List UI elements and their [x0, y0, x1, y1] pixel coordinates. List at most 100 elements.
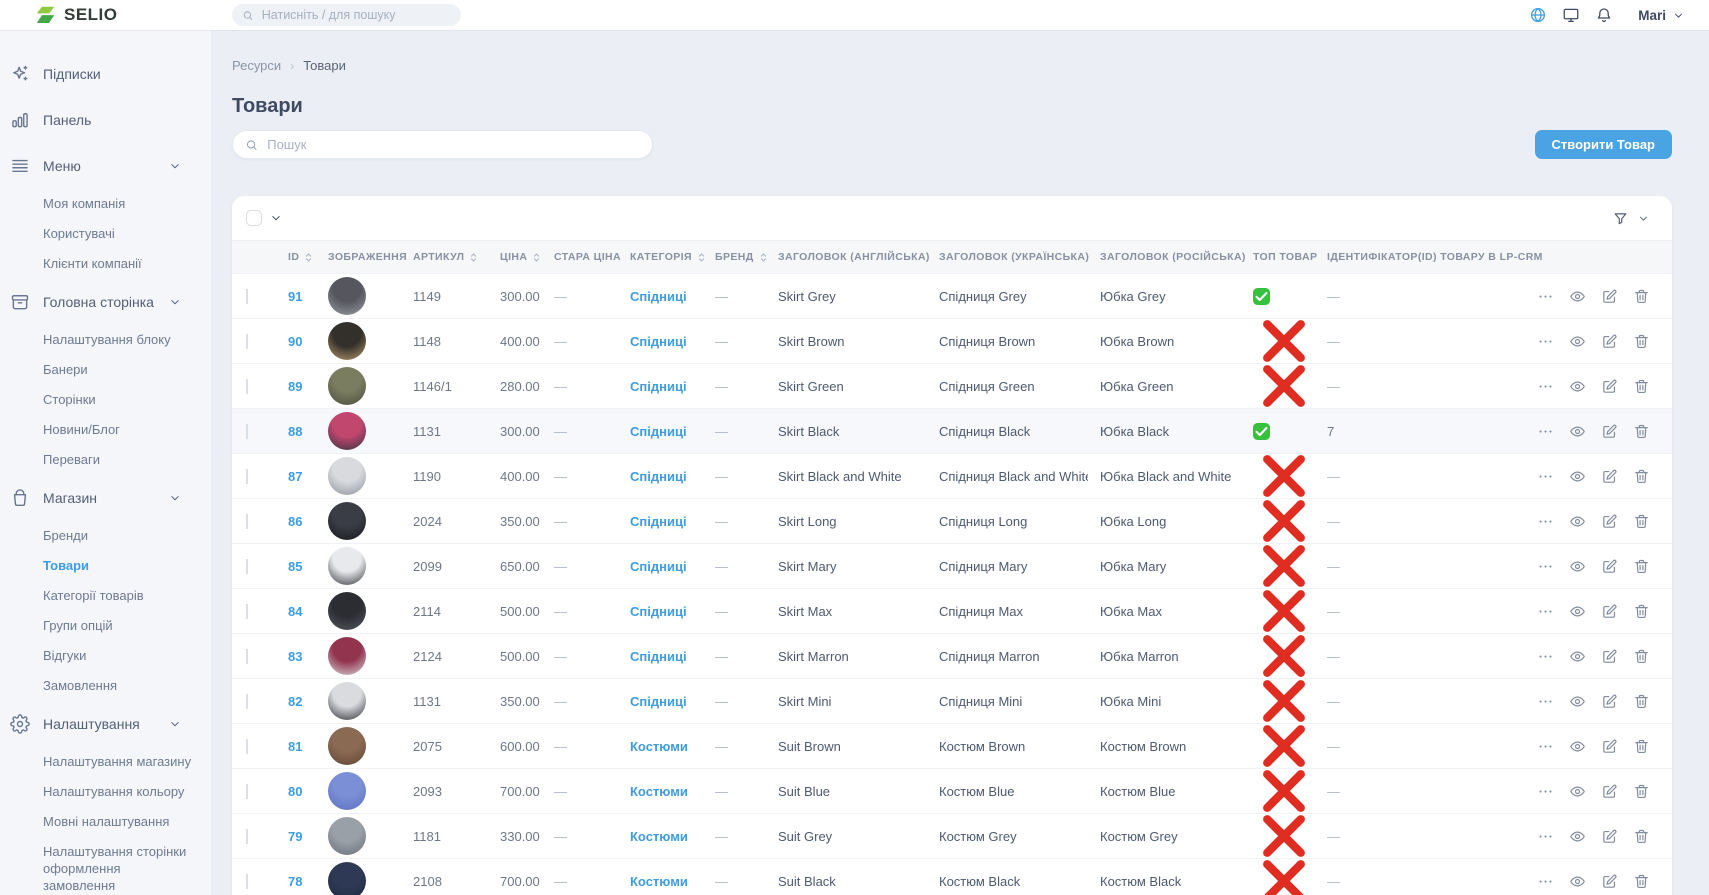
edit-icon[interactable]: [1601, 423, 1618, 440]
edit-icon[interactable]: [1601, 603, 1618, 620]
sidebar-item[interactable]: Категорії товарів: [43, 587, 193, 604]
row-checkbox[interactable]: [246, 559, 248, 574]
product-id-link[interactable]: 79: [288, 829, 302, 844]
product-category-link[interactable]: Спідниці: [630, 649, 687, 664]
sidebar-section-1[interactable]: Панель: [10, 104, 182, 136]
monitor-icon[interactable]: [1562, 6, 1580, 24]
delete-icon[interactable]: [1633, 423, 1650, 440]
sidebar-item[interactable]: Сторінки: [43, 391, 193, 408]
row-checkbox[interactable]: [246, 739, 248, 754]
view-icon[interactable]: [1569, 648, 1586, 665]
product-category-link[interactable]: Спідниці: [630, 334, 687, 349]
more-options-icon[interactable]: [1537, 603, 1554, 620]
row-checkbox[interactable]: [246, 289, 248, 304]
breadcrumb-root[interactable]: Ресурси: [232, 58, 281, 73]
product-id-link[interactable]: 78: [288, 874, 302, 889]
sort-icon[interactable]: [468, 252, 479, 263]
more-options-icon[interactable]: [1537, 468, 1554, 485]
product-id-link[interactable]: 87: [288, 469, 302, 484]
product-category-link[interactable]: Спідниці: [630, 559, 687, 574]
sidebar-item[interactable]: Налаштування магазину: [43, 753, 193, 770]
delete-icon[interactable]: [1633, 873, 1650, 890]
view-icon[interactable]: [1569, 603, 1586, 620]
product-category-link[interactable]: Костюми: [630, 829, 688, 844]
view-icon[interactable]: [1569, 423, 1586, 440]
view-icon[interactable]: [1569, 468, 1586, 485]
sidebar-item[interactable]: Групи опцій: [43, 617, 193, 634]
edit-icon[interactable]: [1601, 873, 1618, 890]
product-id-link[interactable]: 80: [288, 784, 302, 799]
column-header[interactable]: БРЕНД: [703, 251, 766, 263]
more-options-icon[interactable]: [1537, 558, 1554, 575]
delete-icon[interactable]: [1633, 378, 1650, 395]
product-id-link[interactable]: 88: [288, 424, 302, 439]
sidebar-item[interactable]: Клієнти компанії: [43, 255, 193, 272]
view-icon[interactable]: [1569, 828, 1586, 845]
edit-icon[interactable]: [1601, 783, 1618, 800]
delete-icon[interactable]: [1633, 738, 1650, 755]
row-checkbox[interactable]: [246, 469, 248, 484]
more-options-icon[interactable]: [1537, 423, 1554, 440]
more-options-icon[interactable]: [1537, 648, 1554, 665]
more-options-icon[interactable]: [1537, 288, 1554, 305]
edit-icon[interactable]: [1601, 558, 1618, 575]
edit-icon[interactable]: [1601, 288, 1618, 305]
sidebar-item[interactable]: Бренди: [43, 527, 193, 544]
sidebar-item[interactable]: Мовні налаштування: [43, 813, 193, 830]
delete-icon[interactable]: [1633, 333, 1650, 350]
global-search-input[interactable]: [262, 8, 451, 22]
row-checkbox[interactable]: [246, 649, 248, 664]
more-options-icon[interactable]: [1537, 738, 1554, 755]
product-category-link[interactable]: Спідниці: [630, 514, 687, 529]
product-category-link[interactable]: Спідниці: [630, 289, 687, 304]
edit-icon[interactable]: [1601, 738, 1618, 755]
delete-icon[interactable]: [1633, 513, 1650, 530]
product-category-link[interactable]: Костюми: [630, 739, 688, 754]
sidebar-item[interactable]: Налаштування кольору: [43, 783, 193, 800]
edit-icon[interactable]: [1601, 513, 1618, 530]
more-options-icon[interactable]: [1537, 333, 1554, 350]
view-icon[interactable]: [1569, 378, 1586, 395]
delete-icon[interactable]: [1633, 783, 1650, 800]
delete-icon[interactable]: [1633, 468, 1650, 485]
product-category-link[interactable]: Костюми: [630, 784, 688, 799]
row-checkbox[interactable]: [246, 424, 248, 439]
sidebar-section-0[interactable]: Підписки: [10, 58, 182, 90]
more-options-icon[interactable]: [1537, 783, 1554, 800]
sidebar-item[interactable]: Переваги: [43, 451, 193, 468]
bell-icon[interactable]: [1595, 6, 1613, 24]
sidebar-section-4[interactable]: Магазин: [10, 482, 182, 514]
delete-icon[interactable]: [1633, 288, 1650, 305]
delete-icon[interactable]: [1633, 558, 1650, 575]
view-icon[interactable]: [1569, 333, 1586, 350]
sidebar-item[interactable]: Товари: [43, 557, 193, 574]
column-header[interactable]: ID: [276, 251, 316, 263]
create-product-button[interactable]: Створити Товар: [1535, 130, 1672, 159]
row-checkbox[interactable]: [246, 334, 248, 349]
row-checkbox[interactable]: [246, 829, 248, 844]
column-header[interactable]: КАТЕГОРІЯ: [618, 251, 703, 263]
sidebar-item[interactable]: Замовлення: [43, 677, 193, 694]
app-logo[interactable]: SELIO: [0, 5, 211, 26]
row-checkbox[interactable]: [246, 604, 248, 619]
bulk-actions-chevron-icon[interactable]: [269, 211, 283, 225]
delete-icon[interactable]: [1633, 828, 1650, 845]
table-search-input[interactable]: [267, 137, 640, 152]
product-id-link[interactable]: 91: [288, 289, 302, 304]
sidebar-item[interactable]: Відгуки: [43, 647, 193, 664]
sidebar-item[interactable]: Користувачі: [43, 225, 193, 242]
row-checkbox[interactable]: [246, 784, 248, 799]
more-options-icon[interactable]: [1537, 693, 1554, 710]
delete-icon[interactable]: [1633, 603, 1650, 620]
edit-icon[interactable]: [1601, 648, 1618, 665]
product-id-link[interactable]: 89: [288, 379, 302, 394]
view-icon[interactable]: [1569, 693, 1586, 710]
more-options-icon[interactable]: [1537, 513, 1554, 530]
edit-icon[interactable]: [1601, 468, 1618, 485]
sidebar-section-5[interactable]: Налаштування: [10, 708, 182, 740]
column-header[interactable]: ЦІНА: [488, 251, 542, 263]
sort-icon[interactable]: [531, 252, 542, 263]
user-menu[interactable]: Mari: [1638, 8, 1685, 23]
delete-icon[interactable]: [1633, 648, 1650, 665]
view-icon[interactable]: [1569, 513, 1586, 530]
